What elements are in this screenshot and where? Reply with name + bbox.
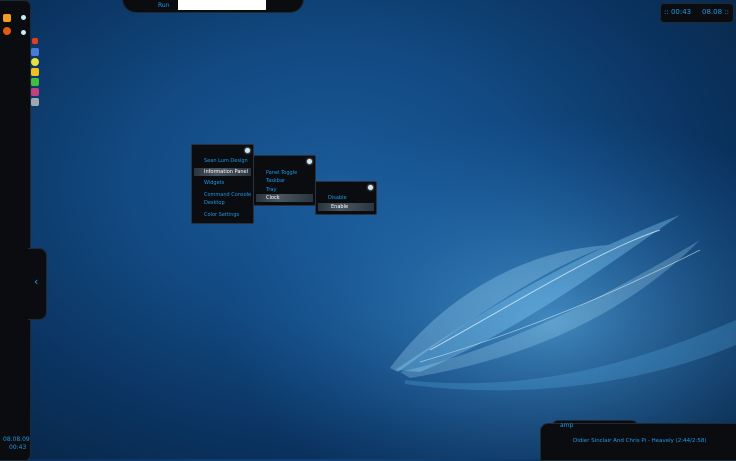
menu-item-tray[interactable]: Tray [266, 187, 276, 193]
menu-item-color-settings[interactable]: Color Settings [204, 212, 239, 218]
information-panel-submenu: Panel Toggle Taskbar Tray Clock [253, 155, 316, 206]
run-input[interactable] [178, 0, 266, 10]
run-label: Run [158, 2, 170, 9]
menu-item-clock[interactable]: Clock [266, 195, 280, 201]
speaker-icon[interactable] [32, 38, 38, 44]
clock-submenu: Disable Enable [315, 181, 377, 215]
menu-orb-icon [245, 148, 250, 153]
sun-icon[interactable] [31, 58, 39, 66]
menu-item-panel-toggle[interactable]: Panel Toggle [266, 170, 297, 176]
orb-icon[interactable] [21, 15, 26, 20]
menu-item-command-console[interactable]: Command Console [204, 192, 251, 198]
expand-arrow-icon[interactable]: ‹ [34, 275, 38, 288]
menu-item-sean-lum-design[interactable]: Sean Lum Design [204, 158, 248, 164]
menu-item-disable[interactable]: Disable [328, 195, 347, 201]
chip-icon[interactable] [31, 88, 39, 96]
orb-icon[interactable] [21, 30, 26, 35]
menu-highlight [256, 194, 313, 202]
runner-icon[interactable] [31, 68, 39, 76]
menu-orb-icon [368, 185, 373, 190]
menu-item-widgets[interactable]: Widgets [204, 180, 224, 186]
firefox-icon[interactable] [3, 27, 11, 35]
clock-date: 08.08 :: [702, 8, 729, 16]
monitor-icon[interactable] [31, 48, 39, 56]
wallpaper-wave [0, 0, 736, 459]
now-playing-track: Didier Sinclair And Chris Pi - Heavely (… [573, 438, 707, 444]
menu-item-taskbar[interactable]: Taskbar [266, 178, 285, 184]
left-sidebar [0, 0, 31, 461]
menu-item-desktop[interactable]: Desktop [204, 200, 225, 206]
drive-icon[interactable] [31, 98, 39, 106]
orange-star-icon[interactable] [3, 14, 11, 22]
clock-time: :: 00:43 [664, 8, 692, 16]
menu-orb-icon [307, 159, 312, 164]
sidebar-date: 08.08.09 [3, 436, 30, 443]
green-figure-icon[interactable] [31, 78, 39, 86]
sidebar-time: 00:43 [9, 444, 27, 451]
menu-item-enable[interactable]: Enable [331, 204, 348, 210]
main-menu: Sean Lum Design Information Panel Widget… [191, 144, 254, 224]
amp-label: amp [560, 422, 574, 429]
menu-item-information-panel[interactable]: Information Panel [204, 169, 248, 175]
